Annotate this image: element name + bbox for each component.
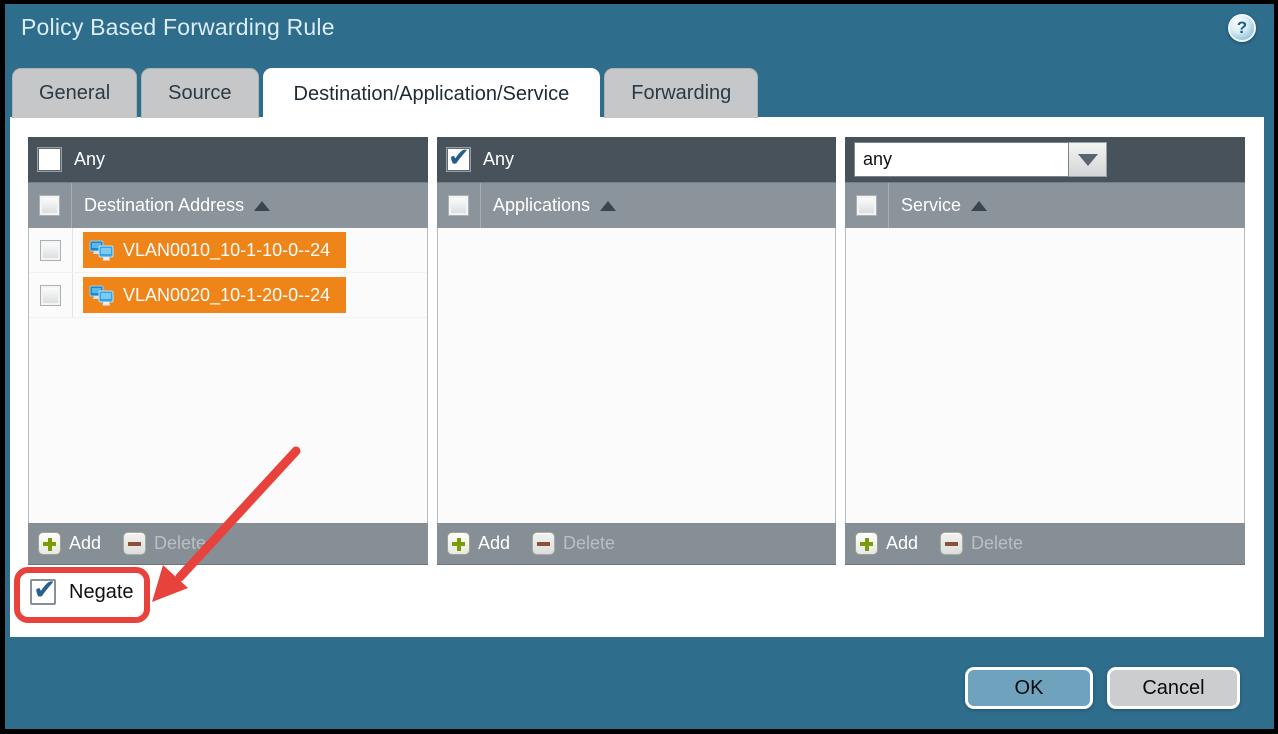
service-column: any Service Add Delete — [845, 137, 1245, 565]
destination-any-checkbox[interactable] — [37, 147, 62, 172]
chevron-down-icon — [1078, 154, 1098, 166]
service-header[interactable]: Service — [845, 182, 1245, 228]
service-dropdown-value[interactable]: any — [854, 142, 1069, 177]
destination-toolbar: Add Delete — [28, 523, 428, 565]
destination-select-all-checkbox[interactable] — [39, 195, 60, 216]
add-button[interactable]: Add — [855, 532, 940, 555]
address-group-icon — [89, 284, 115, 307]
tab-source[interactable]: Source — [141, 68, 258, 118]
delete-minus-icon — [532, 532, 555, 555]
delete-button[interactable]: Delete — [940, 532, 1023, 555]
destination-address-list: VLAN0010_10-1-10-0--24 — [28, 228, 428, 523]
destination-any-bar: Any — [28, 137, 428, 182]
applications-header[interactable]: Applications — [437, 182, 836, 228]
service-dropdown-bar: any — [845, 137, 1245, 182]
add-button[interactable]: Add — [38, 532, 123, 555]
tab-forwarding[interactable]: Forwarding — [604, 68, 758, 118]
row-checkbox[interactable] — [40, 240, 61, 261]
address-entry[interactable]: VLAN0020_10-1-20-0--24 — [83, 277, 346, 313]
applications-any-checkbox[interactable] — [446, 147, 471, 172]
dropdown-button[interactable] — [1069, 142, 1107, 177]
negate-control: Negate — [30, 579, 134, 605]
applications-column: Any Applications Add Delete — [437, 137, 836, 565]
applications-toolbar: Add Delete — [437, 523, 836, 565]
service-toolbar: Add Delete — [845, 523, 1245, 565]
applications-list — [437, 228, 836, 523]
applications-select-all-checkbox[interactable] — [448, 195, 469, 216]
destination-address-column: Any Destination Address — [28, 137, 428, 565]
policy-forwarding-dialog: Policy Based Forwarding Rule ? General S… — [0, 0, 1278, 734]
destination-address-header[interactable]: Destination Address — [28, 182, 428, 228]
dialog-title: Policy Based Forwarding Rule — [21, 14, 335, 41]
sort-ascending-icon — [971, 201, 987, 211]
delete-button[interactable]: Delete — [532, 532, 615, 555]
address-group-icon — [89, 239, 115, 262]
address-entry[interactable]: VLAN0010_10-1-10-0--24 — [83, 232, 346, 268]
table-row: VLAN0020_10-1-20-0--24 — [29, 273, 427, 318]
add-plus-icon — [447, 532, 470, 555]
ok-button[interactable]: OK — [965, 667, 1093, 709]
tab-content-panel: Any Destination Address — [10, 117, 1264, 637]
row-checkbox[interactable] — [40, 285, 61, 306]
help-icon[interactable]: ? — [1228, 14, 1256, 42]
add-plus-icon — [38, 532, 61, 555]
applications-any-bar: Any — [437, 137, 836, 182]
service-dropdown[interactable]: any — [854, 142, 1107, 177]
service-list — [845, 228, 1245, 523]
tab-bar: General Source Destination/Application/S… — [12, 68, 758, 118]
service-header-label: Service — [901, 195, 961, 216]
add-button[interactable]: Add — [447, 532, 532, 555]
sort-ascending-icon — [600, 201, 616, 211]
tab-destination-application-service[interactable]: Destination/Application/Service — [263, 68, 601, 120]
cancel-button[interactable]: Cancel — [1107, 667, 1240, 709]
applications-header-label: Applications — [493, 195, 590, 216]
delete-minus-icon — [123, 532, 146, 555]
address-label: VLAN0020_10-1-20-0--24 — [123, 285, 330, 306]
delete-minus-icon — [940, 532, 963, 555]
sort-ascending-icon — [254, 201, 270, 211]
address-label: VLAN0010_10-1-10-0--24 — [123, 240, 330, 261]
service-select-all-checkbox[interactable] — [856, 195, 877, 216]
table-row: VLAN0010_10-1-10-0--24 — [29, 228, 427, 273]
delete-button[interactable]: Delete — [123, 532, 206, 555]
applications-any-label: Any — [483, 149, 514, 170]
negate-checkbox[interactable] — [30, 579, 56, 605]
add-plus-icon — [855, 532, 878, 555]
negate-label: Negate — [69, 581, 134, 604]
destination-any-label: Any — [74, 149, 105, 170]
tab-general[interactable]: General — [12, 68, 137, 118]
destination-header-label: Destination Address — [84, 195, 244, 216]
